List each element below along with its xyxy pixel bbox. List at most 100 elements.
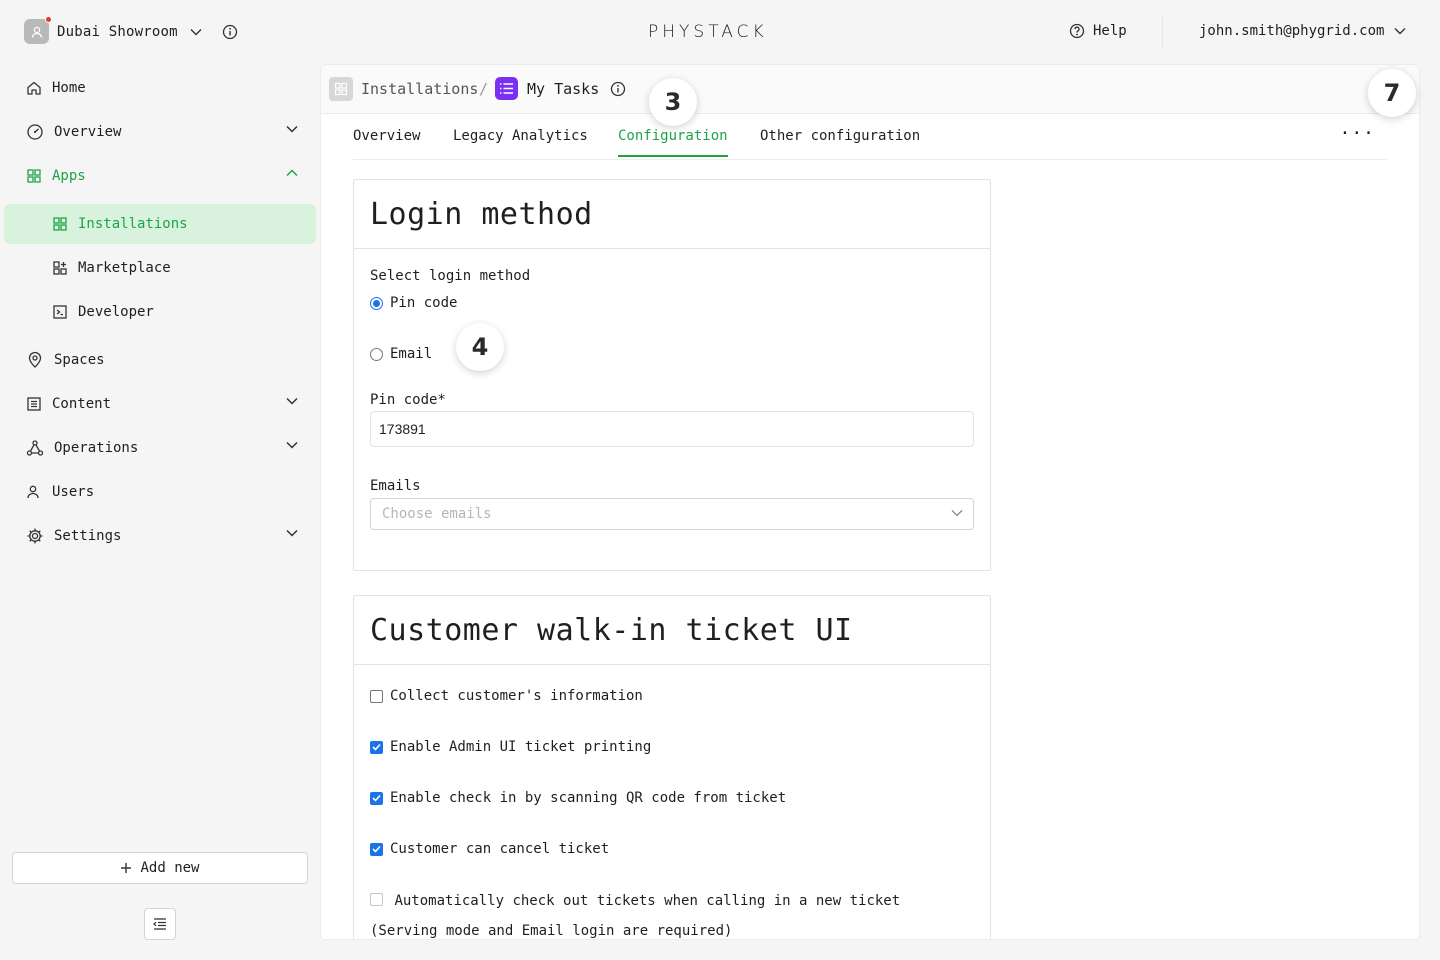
apps-plus-icon [53,261,67,275]
check-icon [372,743,381,751]
checkbox-label: Customer can cancel ticket [390,841,610,857]
radio-button[interactable] [370,347,383,361]
emails-placeholder: Choose emails [382,506,492,522]
sidebar-item-marketplace[interactable]: Marketplace [4,248,316,288]
installations-grid-icon [329,77,353,101]
checkbox [370,893,383,906]
sidebar: Home Overview Apps Installations Marketp… [0,64,320,960]
breadcrumb-current: My Tasks [527,80,600,98]
sidebar-item-label: Users [52,484,95,500]
sidebar-item-label: Apps [52,168,86,184]
radio-label: Email [390,346,433,362]
home-icon [27,81,41,95]
sidebar-item-spaces[interactable]: Spaces [4,340,316,380]
pin-code-input[interactable]: 173891 [370,411,974,447]
checkbox-auto-checkout[interactable]: Automatically check out tickets when cal… [370,886,974,939]
plus-icon [121,863,132,873]
sidebar-item-label: Operations [54,440,139,456]
add-new-button[interactable]: Add new [12,852,308,884]
checkbox-cancel-ticket[interactable]: Customer can cancel ticket [370,841,609,857]
chevron-down-icon [286,397,298,405]
login-method-card: Login method Select login method Pin cod… [353,179,991,571]
question-icon [1069,23,1085,39]
sidebar-item-content[interactable]: Content [4,384,316,424]
sidebar-item-overview[interactable]: Overview [4,112,316,152]
checkbox-qr-checkin[interactable]: Enable check in by scanning QR code from… [370,790,786,806]
checkbox-collect-info[interactable]: Collect customer's information [370,688,643,704]
radio-button[interactable] [370,296,383,310]
user-menu[interactable]: john.smith@phygrid.com [1199,23,1406,39]
radio-label: Pin code [390,295,458,311]
location-pin-icon [28,351,42,368]
grid-icon [53,217,67,231]
chevron-down-icon [286,529,298,537]
sidebar-item-users[interactable]: Users [4,472,316,512]
collapse-sidebar-button[interactable] [144,908,176,940]
gear-icon [27,528,43,544]
sidebar-item-home[interactable]: Home [4,68,316,108]
info-icon[interactable] [222,24,238,40]
more-options-icon[interactable]: ··· [1339,123,1375,144]
checkbox[interactable] [370,791,383,805]
add-new-label: Add new [140,860,200,876]
sidebar-item-label: Content [52,396,112,412]
chevron-down-icon [286,125,298,133]
sidebar-item-label: Installations [78,216,188,232]
checkbox-label: Enable check in by scanning QR code from… [390,790,787,806]
divider [1162,16,1163,48]
step-badge-4: 4 [456,323,504,371]
nodes-icon [26,440,44,456]
info-icon[interactable] [610,81,626,97]
chevron-up-icon [286,169,298,177]
sidebar-item-developer[interactable]: Developer [4,292,316,332]
card-title: Customer walk-in ticket UI [354,596,990,665]
list-icon [27,397,41,411]
sidebar-item-apps[interactable]: Apps [4,156,316,196]
chevron-down-icon [190,28,202,35]
users-icon [27,485,39,499]
tab-bar: Overview Legacy Analytics Configuration … [353,115,1387,160]
sidebar-item-settings[interactable]: Settings [4,516,316,556]
help-button[interactable]: Help [1069,23,1127,39]
checkbox-label: Enable Admin UI ticket printing [390,739,652,755]
gauge-icon [27,124,43,140]
main-panel: Installations / My Tasks Overview Legacy… [321,65,1419,939]
sidebar-item-label: Developer [78,304,154,320]
terminal-icon [53,305,67,319]
help-label: Help [1093,23,1127,39]
checkbox[interactable] [370,689,383,703]
user-icon [31,26,42,38]
checkbox[interactable] [370,842,383,856]
radio-email[interactable]: Email [370,346,432,362]
user-email: john.smith@phygrid.com [1199,23,1385,39]
card-title: Login method [354,180,990,249]
breadcrumb-separator: / [479,80,489,98]
org-switcher[interactable]: Dubai Showroom [24,16,202,44]
tab-legacy-analytics[interactable]: Legacy Analytics [453,128,588,155]
tab-overview[interactable]: Overview [353,128,420,155]
collapse-menu-icon [153,918,166,930]
org-name: Dubai Showroom [57,23,178,40]
chevron-down-icon [286,441,298,449]
step-badge-3: 3 [649,78,697,126]
tab-other-configuration[interactable]: Other configuration [760,128,920,155]
checkbox-label: Automatically check out tickets when cal… [370,893,901,939]
tab-configuration[interactable]: Configuration [618,128,728,157]
logo: PHYSTACK [648,22,768,42]
sidebar-item-operations[interactable]: Operations [4,428,316,468]
sidebar-item-installations[interactable]: Installations [4,204,316,244]
sidebar-item-label: Settings [54,528,122,544]
tasks-app-icon [495,77,518,100]
select-login-label: Select login method [370,268,531,284]
page-header: Installations / My Tasks [321,65,1419,114]
check-icon [372,794,381,802]
checkbox-admin-printing[interactable]: Enable Admin UI ticket printing [370,739,651,755]
step-badge-7: 7 [1368,69,1416,117]
breadcrumb-installations[interactable]: Installations [361,80,478,98]
checkbox[interactable] [370,740,383,754]
org-avatar [24,16,52,44]
radio-pin-code[interactable]: Pin code [370,295,457,311]
grid-icon [27,169,41,183]
sidebar-item-label: Spaces [54,352,105,368]
emails-select[interactable]: Choose emails [370,498,974,530]
